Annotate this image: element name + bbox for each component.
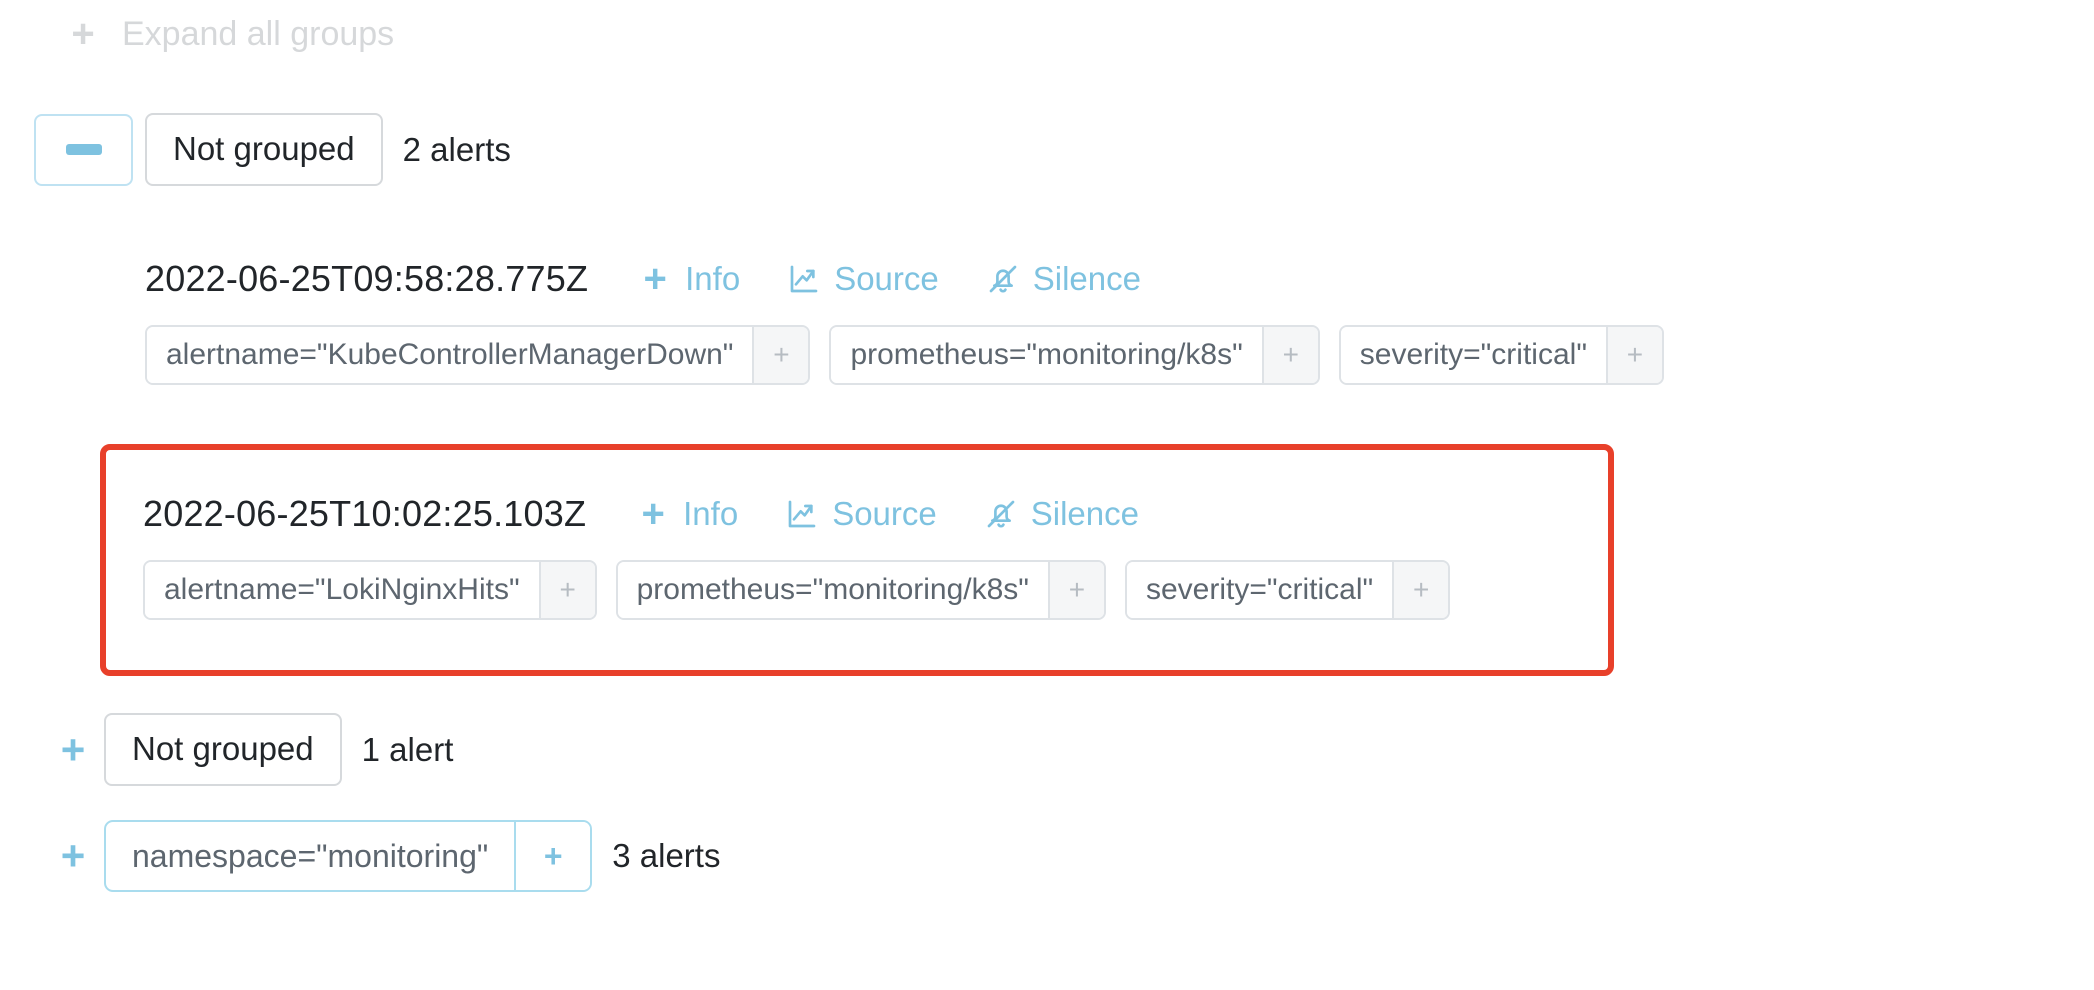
alert-label-add-button[interactable]: + <box>1605 327 1662 383</box>
group-header-row: Not grouped 2 alerts <box>34 113 511 186</box>
alert-item: 2022-06-25T09:58:28.775Z + Info Source S… <box>145 258 1664 385</box>
alert-timestamp: 2022-06-25T09:58:28.775Z <box>145 258 589 299</box>
bell-slash-icon <box>984 497 1018 531</box>
plus-icon: + <box>60 725 86 773</box>
alert-label-add-button[interactable]: + <box>538 562 595 618</box>
alert-silence-label: Silence <box>1030 495 1139 532</box>
chart-line-icon <box>785 497 819 531</box>
alert-source-label: Source <box>834 260 939 297</box>
alert-info-label: Info <box>683 495 739 532</box>
alert-label-chip: severity="critical" + <box>1338 325 1664 385</box>
group-collapse-button[interactable] <box>34 113 133 186</box>
alert-label-chip: alertname="LokiNginxHits" + <box>143 560 597 620</box>
alert-label-text: severity="critical" <box>1340 327 1606 383</box>
alert-silence-action[interactable]: Silence <box>984 495 1139 533</box>
alert-info-label: Info <box>685 260 741 297</box>
alert-info-action[interactable]: + Info <box>636 492 739 536</box>
alert-groups-page: + Expand all groups Not grouped 2 alerts… <box>0 0 2094 990</box>
group-header-row: + Not grouped 1 alert <box>56 713 453 786</box>
alert-label-add-button[interactable]: + <box>752 327 809 383</box>
alert-label-text: prometheus="monitoring/k8s" <box>617 562 1048 618</box>
minus-icon <box>65 144 102 155</box>
alert-source-action[interactable]: Source <box>785 495 937 533</box>
plus-icon: + <box>643 257 667 301</box>
alert-label-add-button[interactable]: + <box>1392 562 1449 618</box>
expand-all-groups-control[interactable]: + Expand all groups <box>66 14 394 54</box>
alert-silence-label: Silence <box>1032 260 1141 297</box>
group-name-button[interactable]: Not grouped <box>145 113 383 186</box>
plus-icon: + <box>60 832 86 879</box>
alert-label-text: prometheus="monitoring/k8s" <box>831 327 1262 383</box>
alert-info-action[interactable]: + Info <box>638 257 741 301</box>
group-expand-button[interactable]: + <box>56 714 90 786</box>
group-alert-count: 2 alerts <box>402 130 511 168</box>
group-name-button[interactable]: Not grouped <box>104 713 342 786</box>
expand-all-groups-label: Expand all groups <box>122 15 395 53</box>
alert-label-add-button[interactable]: + <box>1047 562 1104 618</box>
alert-timestamp: 2022-06-25T10:02:25.103Z <box>143 493 587 534</box>
alert-label-chip: prometheus="monitoring/k8s" + <box>615 560 1106 620</box>
group-label-text: namespace="monitoring" <box>132 837 489 874</box>
group-label-add-button[interactable]: + <box>514 822 591 890</box>
alert-label-text: alertname="LokiNginxHits" <box>145 562 539 618</box>
group-expand-button[interactable]: + <box>56 820 90 892</box>
alert-source-action[interactable]: Source <box>787 260 939 298</box>
alert-silence-action[interactable]: Silence <box>986 260 1141 298</box>
group-label-chip: namespace="monitoring" + <box>104 820 593 892</box>
alert-label-chip: prometheus="monitoring/k8s" + <box>829 325 1320 385</box>
alert-header: 2022-06-25T09:58:28.775Z + Info Source S… <box>145 258 1664 300</box>
alert-label-chip: alertname="KubeControllerManagerDown" + <box>145 325 811 385</box>
alert-source-label: Source <box>832 495 937 532</box>
chart-line-icon <box>787 262 821 296</box>
alert-item: 2022-06-25T10:02:25.103Z + Info Source S… <box>143 493 1451 620</box>
group-alert-count: 3 alerts <box>612 837 721 874</box>
alert-header: 2022-06-25T10:02:25.103Z + Info Source S… <box>143 493 1450 535</box>
plus-icon: + <box>641 492 665 536</box>
alert-label-chip: severity="critical" + <box>1124 560 1451 620</box>
group-header-row: + namespace="monitoring" + 3 alerts <box>56 820 720 892</box>
plus-icon: + <box>71 12 95 56</box>
alert-labels-row: alertname="LokiNginxHits" + prometheus="… <box>143 560 1451 620</box>
bell-slash-icon <box>986 262 1020 296</box>
alert-labels-row: alertname="KubeControllerManagerDown" + … <box>145 325 1664 385</box>
alert-label-add-button[interactable]: + <box>1261 327 1318 383</box>
alert-label-text: severity="critical" <box>1126 562 1393 618</box>
alert-label-text: alertname="KubeControllerManagerDown" <box>147 327 753 383</box>
group-alert-count: 1 alert <box>361 730 454 768</box>
